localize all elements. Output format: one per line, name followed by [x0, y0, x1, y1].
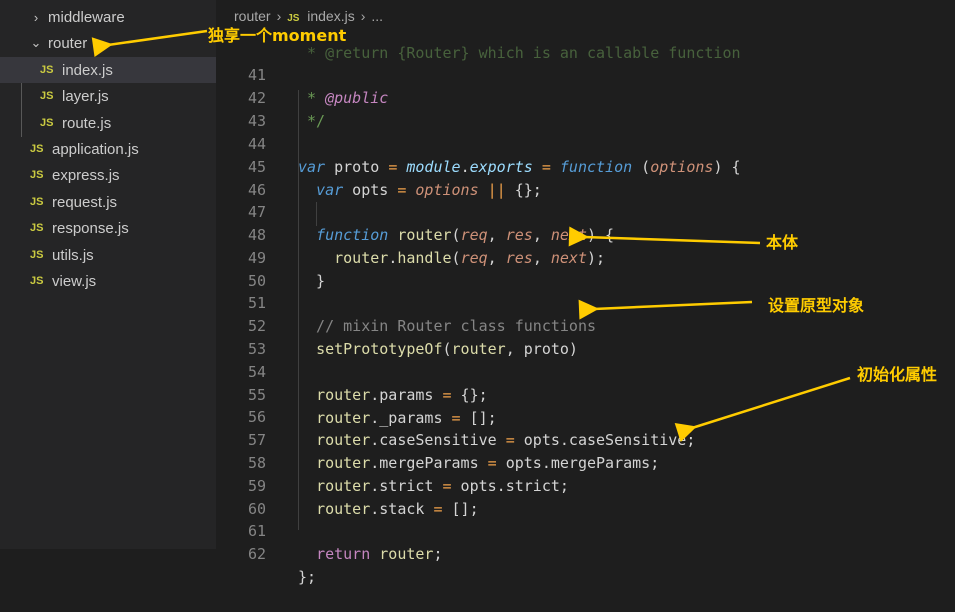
annotation-set-prototype: 设置原型对象	[768, 296, 865, 315]
annotation-arrow	[91, 29, 208, 58]
annotation-arrow	[674, 376, 851, 443]
annotation-init-props: 初始化属性	[857, 365, 938, 384]
annotation-arrow	[578, 299, 753, 320]
annotation-arrow	[568, 226, 761, 247]
annotation-body: 本体	[766, 233, 799, 252]
annotation-exclusive-moment: 独享一个moment	[208, 26, 347, 45]
annotation-arrows	[91, 29, 851, 443]
